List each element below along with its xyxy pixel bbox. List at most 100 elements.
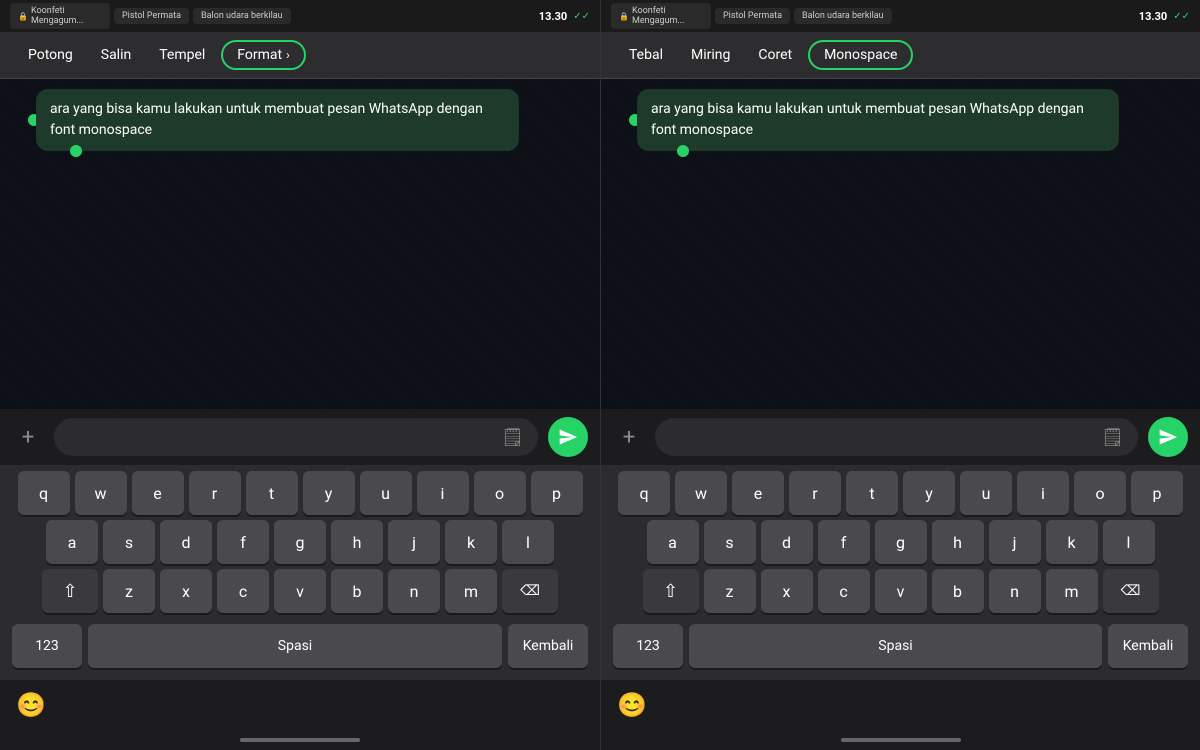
key-g-right[interactable]: g: [875, 520, 927, 564]
key-v-right[interactable]: v: [875, 569, 927, 613]
key-h-right[interactable]: h: [932, 520, 984, 564]
key-b-right[interactable]: b: [932, 569, 984, 613]
menu-tebal[interactable]: Tebal: [617, 41, 675, 69]
key-k-right[interactable]: k: [1046, 520, 1098, 564]
key-z-right[interactable]: z: [704, 569, 756, 613]
tab-koonfeti-label: Koonfeti Mengagum...: [31, 6, 102, 26]
menu-coret[interactable]: Coret: [746, 41, 804, 69]
key-shift-left[interactable]: ⇧: [42, 569, 98, 613]
text-input-left[interactable]: 🗒: [54, 418, 538, 456]
key-backspace-left[interactable]: ⌫: [502, 569, 558, 613]
key-d-right[interactable]: d: [761, 520, 813, 564]
tab-balon-label-right: Balon udara berkilau: [802, 11, 884, 21]
key-m-left[interactable]: m: [445, 569, 497, 613]
key-d-left[interactable]: d: [160, 520, 212, 564]
key-space-right[interactable]: Spasi: [689, 624, 1102, 668]
key-q-left[interactable]: q: [18, 471, 70, 515]
plus-button-left[interactable]: +: [12, 421, 44, 453]
key-r-right[interactable]: r: [789, 471, 841, 515]
key-123-left[interactable]: 123: [12, 624, 82, 668]
tab-pistol[interactable]: Pistol Permata: [114, 8, 189, 24]
send-button-left[interactable]: [548, 417, 588, 457]
phone-panel-right: 🔒 Koonfeti Mengagum... Pistol Permata Ba…: [600, 0, 1200, 750]
key-v-left[interactable]: v: [274, 569, 326, 613]
key-q-right[interactable]: q: [618, 471, 670, 515]
key-t-left[interactable]: t: [246, 471, 298, 515]
menu-salin[interactable]: Salin: [89, 41, 143, 69]
plus-button-right[interactable]: +: [613, 421, 645, 453]
key-h-left[interactable]: h: [331, 520, 383, 564]
key-u-right[interactable]: u: [960, 471, 1012, 515]
key-a-right[interactable]: a: [647, 520, 699, 564]
status-bar-right: 🔒 Koonfeti Mengagum... Pistol Permata Ba…: [601, 0, 1200, 32]
tab-koonfeti[interactable]: 🔒 Koonfeti Mengagum...: [10, 3, 110, 29]
key-p-left[interactable]: p: [531, 471, 583, 515]
selection-dot-bottom-right: [677, 145, 689, 157]
key-a-left[interactable]: a: [46, 520, 98, 564]
key-n-right[interactable]: n: [989, 569, 1041, 613]
key-w-right[interactable]: w: [675, 471, 727, 515]
key-i-left[interactable]: i: [417, 471, 469, 515]
keyboard-left: q w e r t y u i o p a s d f g h j k l ⇧ …: [0, 465, 600, 680]
key-e-left[interactable]: e: [132, 471, 184, 515]
context-menu-right: Tebal Miring Coret Monospace: [601, 32, 1200, 79]
key-return-right[interactable]: Kembali: [1108, 624, 1188, 668]
menu-potong[interactable]: Potong: [16, 41, 85, 69]
key-y-left[interactable]: y: [303, 471, 355, 515]
text-input-right[interactable]: 🗒: [655, 418, 1138, 456]
sticker-icon-right: 🗒: [1101, 427, 1124, 448]
key-k-left[interactable]: k: [445, 520, 497, 564]
send-button-right[interactable]: [1148, 417, 1188, 457]
key-z-left[interactable]: z: [103, 569, 155, 613]
key-backspace-right[interactable]: ⌫: [1103, 569, 1159, 613]
keyboard-row-1-left: q w e r t y u i o p: [4, 471, 596, 515]
key-s-right[interactable]: s: [704, 520, 756, 564]
emoji-icon-left[interactable]: 😊: [16, 691, 46, 719]
menu-miring[interactable]: Miring: [679, 41, 742, 69]
key-x-left[interactable]: x: [160, 569, 212, 613]
message-bubble-left: ara yang bisa kamu lakukan untuk membuat…: [36, 89, 519, 151]
tab-pistol-right[interactable]: Pistol Permata: [715, 8, 790, 24]
key-m-right[interactable]: m: [1046, 569, 1098, 613]
key-o-right[interactable]: o: [1074, 471, 1126, 515]
tab-balon[interactable]: Balon udara berkilau: [193, 8, 291, 24]
key-c-left[interactable]: c: [217, 569, 269, 613]
status-time-right: 13.30: [1139, 10, 1167, 23]
key-c-right[interactable]: c: [818, 569, 870, 613]
key-return-left[interactable]: Kembali: [508, 624, 588, 668]
message-text-left: ara yang bisa kamu lakukan untuk membuat…: [50, 101, 483, 138]
key-j-right[interactable]: j: [989, 520, 1041, 564]
key-y-right[interactable]: y: [903, 471, 955, 515]
key-j-left[interactable]: j: [388, 520, 440, 564]
key-shift-right[interactable]: ⇧: [643, 569, 699, 613]
key-f-left[interactable]: f: [217, 520, 269, 564]
key-i-right[interactable]: i: [1017, 471, 1069, 515]
tab-koonfeti-right[interactable]: 🔒 Koonfeti Mengagum...: [611, 3, 711, 29]
key-t-right[interactable]: t: [846, 471, 898, 515]
tab-balon-right[interactable]: Balon udara berkilau: [794, 8, 892, 24]
key-n-left[interactable]: n: [388, 569, 440, 613]
menu-monospace[interactable]: Monospace: [808, 40, 913, 70]
key-b-left[interactable]: b: [331, 569, 383, 613]
key-f-right[interactable]: f: [818, 520, 870, 564]
phone-panel-left: 🔒 Koonfeti Mengagum... Pistol Permata Ba…: [0, 0, 600, 750]
key-e-right[interactable]: e: [732, 471, 784, 515]
key-g-left[interactable]: g: [274, 520, 326, 564]
key-r-left[interactable]: r: [189, 471, 241, 515]
key-l-left[interactable]: l: [502, 520, 554, 564]
keyboard-bottom-right: 123 Spasi Kembali: [605, 618, 1196, 676]
key-p-right[interactable]: p: [1131, 471, 1183, 515]
key-s-left[interactable]: s: [103, 520, 155, 564]
key-123-right[interactable]: 123: [613, 624, 683, 668]
key-l-right[interactable]: l: [1103, 520, 1155, 564]
tab-koonfeti-label-right: Koonfeti Mengagum...: [632, 6, 703, 26]
key-o-left[interactable]: o: [474, 471, 526, 515]
key-u-left[interactable]: u: [360, 471, 412, 515]
emoji-bar-left: 😊: [0, 680, 600, 730]
key-w-left[interactable]: w: [75, 471, 127, 515]
menu-format[interactable]: Format ›: [221, 40, 305, 70]
menu-tempel[interactable]: Tempel: [147, 41, 217, 69]
key-space-left[interactable]: Spasi: [88, 624, 502, 668]
emoji-icon-right[interactable]: 😊: [617, 691, 647, 719]
key-x-right[interactable]: x: [761, 569, 813, 613]
